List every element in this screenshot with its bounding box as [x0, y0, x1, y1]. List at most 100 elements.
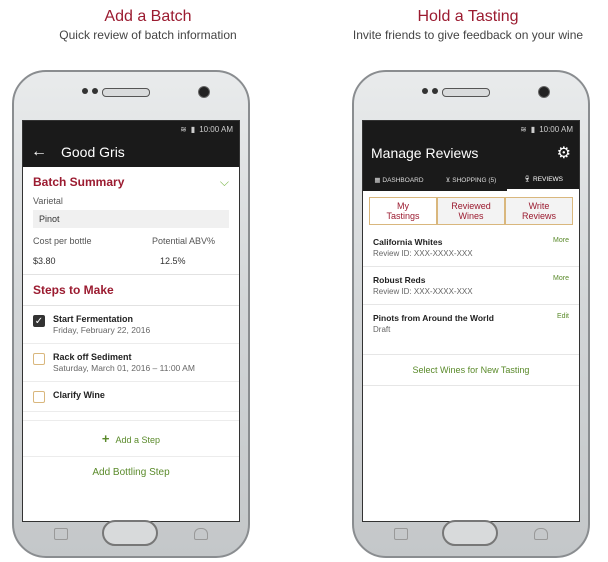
add-bottling-step-button[interactable]: Add Bottling Step: [23, 457, 239, 488]
tab-label: Reviewed: [451, 201, 491, 211]
abv-value: 12.5%: [159, 256, 186, 266]
sensor-icon: [82, 88, 88, 94]
list-item[interactable]: California Whites Review ID: XXX-XXXX-XX…: [363, 229, 579, 267]
step-date: Friday, February 22, 2016: [53, 325, 151, 335]
battery-icon: ▮: [530, 124, 536, 134]
tab-label: Wines: [458, 211, 484, 221]
more-link[interactable]: More: [553, 237, 569, 258]
batch-summary-title: Batch Summary: [33, 175, 125, 189]
batch-summary-header[interactable]: Batch Summary ⌵: [23, 167, 239, 194]
status-time: 10:00 AM: [199, 124, 233, 134]
varietal-label: Varietal: [33, 196, 63, 206]
tab-label: SHOPPING (5): [452, 177, 497, 184]
phone-bezel: [354, 72, 588, 120]
tab-label: Tastings: [386, 211, 420, 221]
tab-label: Write: [528, 201, 550, 211]
add-step-button[interactable]: + Add a Step: [23, 420, 239, 457]
divider: [23, 274, 239, 275]
review-title: Pinots from Around the World: [373, 313, 494, 323]
phone-bottom-bezel: [354, 514, 588, 556]
app-title: Good Gris: [61, 144, 125, 160]
tab-my-tastings[interactable]: My Tastings: [369, 197, 437, 224]
recent-apps-icon[interactable]: [54, 528, 68, 540]
abv-label: Potential ABV%: [151, 236, 215, 246]
right-phone: ≋ ▮ 10:00 AM Manage Reviews ⚙ ▦ DASHBOAR…: [352, 70, 590, 558]
battery-icon: ▮: [190, 124, 196, 134]
sensor-icon: [92, 88, 98, 94]
left-heading-block: Add a Batch Quick review of batch inform…: [14, 8, 282, 42]
tab-label: My: [397, 201, 409, 211]
status-time: 10:00 AM: [539, 124, 573, 134]
step-title: Clarify Wine: [53, 390, 105, 400]
tab-write-reviews[interactable]: Write Reviews: [505, 197, 573, 224]
phone-bezel: [14, 72, 248, 120]
chevron-down-icon[interactable]: ⌵: [220, 175, 229, 190]
select-wines-button[interactable]: Select Wines for New Tasting: [363, 354, 579, 386]
sensor-icon: [432, 88, 438, 94]
cost-value: $3.80: [33, 256, 56, 266]
cost-label: Cost per bottle: [33, 236, 92, 246]
edit-link[interactable]: Edit: [557, 313, 569, 334]
tab-label: REVIEWS: [533, 176, 564, 183]
back-arrow-icon[interactable]: ←: [31, 143, 47, 161]
gear-icon[interactable]: ⚙: [557, 143, 571, 163]
phone-bottom-bezel: [14, 514, 248, 556]
speaker-grille: [442, 88, 490, 97]
step-title: Start Fermentation: [53, 314, 134, 324]
more-link[interactable]: More: [553, 275, 569, 296]
back-softkey-icon[interactable]: [534, 528, 548, 540]
status-bar: ≋ ▮ 10:00 AM: [363, 121, 579, 137]
plus-icon: +: [101, 431, 110, 446]
review-id: Review ID: XXX-XXXX-XXX: [373, 287, 473, 296]
tab-dashboard[interactable]: ▦ DASHBOARD: [363, 170, 435, 190]
right-subheading: Invite friends to give feedback on your …: [352, 28, 584, 42]
step-item[interactable]: Clarify Wine: [23, 382, 239, 412]
left-subheading: Quick review of batch information: [59, 28, 237, 42]
wifi-icon: ≋: [520, 124, 527, 134]
camera-icon: [198, 86, 210, 98]
home-button[interactable]: [442, 520, 498, 546]
left-screen: ≋ ▮ 10:00 AM ← Good Gris Batch Summary ⌵…: [22, 120, 240, 522]
back-softkey-icon[interactable]: [194, 528, 208, 540]
tab-shopping[interactable]: ⊻ SHOPPING (5): [435, 170, 507, 190]
checkbox-checked[interactable]: ✓: [33, 315, 45, 327]
step-date: Saturday, March 01, 2016 – 11:00 AM: [53, 363, 195, 373]
app-bar: ← Good Gris: [23, 137, 239, 167]
list-item[interactable]: Robust Reds Review ID: XXX-XXXX-XXX More: [363, 267, 579, 305]
tab-label: DASHBOARD: [382, 177, 424, 184]
review-title: Robust Reds: [373, 275, 426, 285]
sensor-icon: [422, 88, 428, 94]
segment-tabs: My Tastings Reviewed Wines Write Reviews: [369, 197, 573, 225]
app-title: Manage Reviews: [371, 145, 479, 161]
review-status: Draft: [373, 325, 391, 334]
status-bar: ≋ ▮ 10:00 AM: [23, 121, 239, 137]
cost-abv-row: Cost per bottle $3.80 Potential ABV% 12.…: [23, 234, 239, 268]
right-screen: ≋ ▮ 10:00 AM Manage Reviews ⚙ ▦ DASHBOAR…: [362, 120, 580, 522]
wine-glass-icon: 🍷︎: [522, 176, 534, 183]
app-bar: Manage Reviews ⚙: [363, 137, 579, 169]
review-id: Review ID: XXX-XXXX-XXX: [373, 249, 473, 258]
right-heading: Hold a Tasting: [417, 8, 519, 25]
camera-icon: [538, 86, 550, 98]
nav-tabs: ▦ DASHBOARD ⊻ SHOPPING (5) 🍷︎ REVIEWS: [363, 169, 579, 191]
tab-reviewed-wines[interactable]: Reviewed Wines: [437, 197, 505, 224]
add-step-label: Add a Step: [115, 435, 161, 445]
left-heading: Add a Batch: [104, 8, 192, 25]
left-phone: ≋ ▮ 10:00 AM ← Good Gris Batch Summary ⌵…: [12, 70, 250, 558]
checkbox[interactable]: [33, 391, 45, 403]
home-button[interactable]: [102, 520, 158, 546]
step-item[interactable]: ✓ Start Fermentation Friday, February 22…: [23, 306, 239, 344]
steps-header: Steps to Make: [23, 281, 239, 301]
tab-reviews[interactable]: 🍷︎ REVIEWS: [507, 169, 579, 191]
tab-label: Reviews: [521, 211, 556, 221]
review-title: California Whites: [373, 237, 443, 247]
right-heading-block: Hold a Tasting Invite friends to give fe…: [330, 8, 606, 42]
speaker-grille: [102, 88, 150, 97]
step-title: Rack off Sediment: [53, 352, 132, 362]
varietal-value: Pinot: [33, 210, 229, 228]
checkbox[interactable]: [33, 353, 45, 365]
steps-title: Steps to Make: [33, 283, 114, 297]
recent-apps-icon[interactable]: [394, 528, 408, 540]
list-item[interactable]: Pinots from Around the World Draft Edit: [363, 305, 579, 342]
step-item[interactable]: Rack off Sediment Saturday, March 01, 20…: [23, 344, 239, 382]
